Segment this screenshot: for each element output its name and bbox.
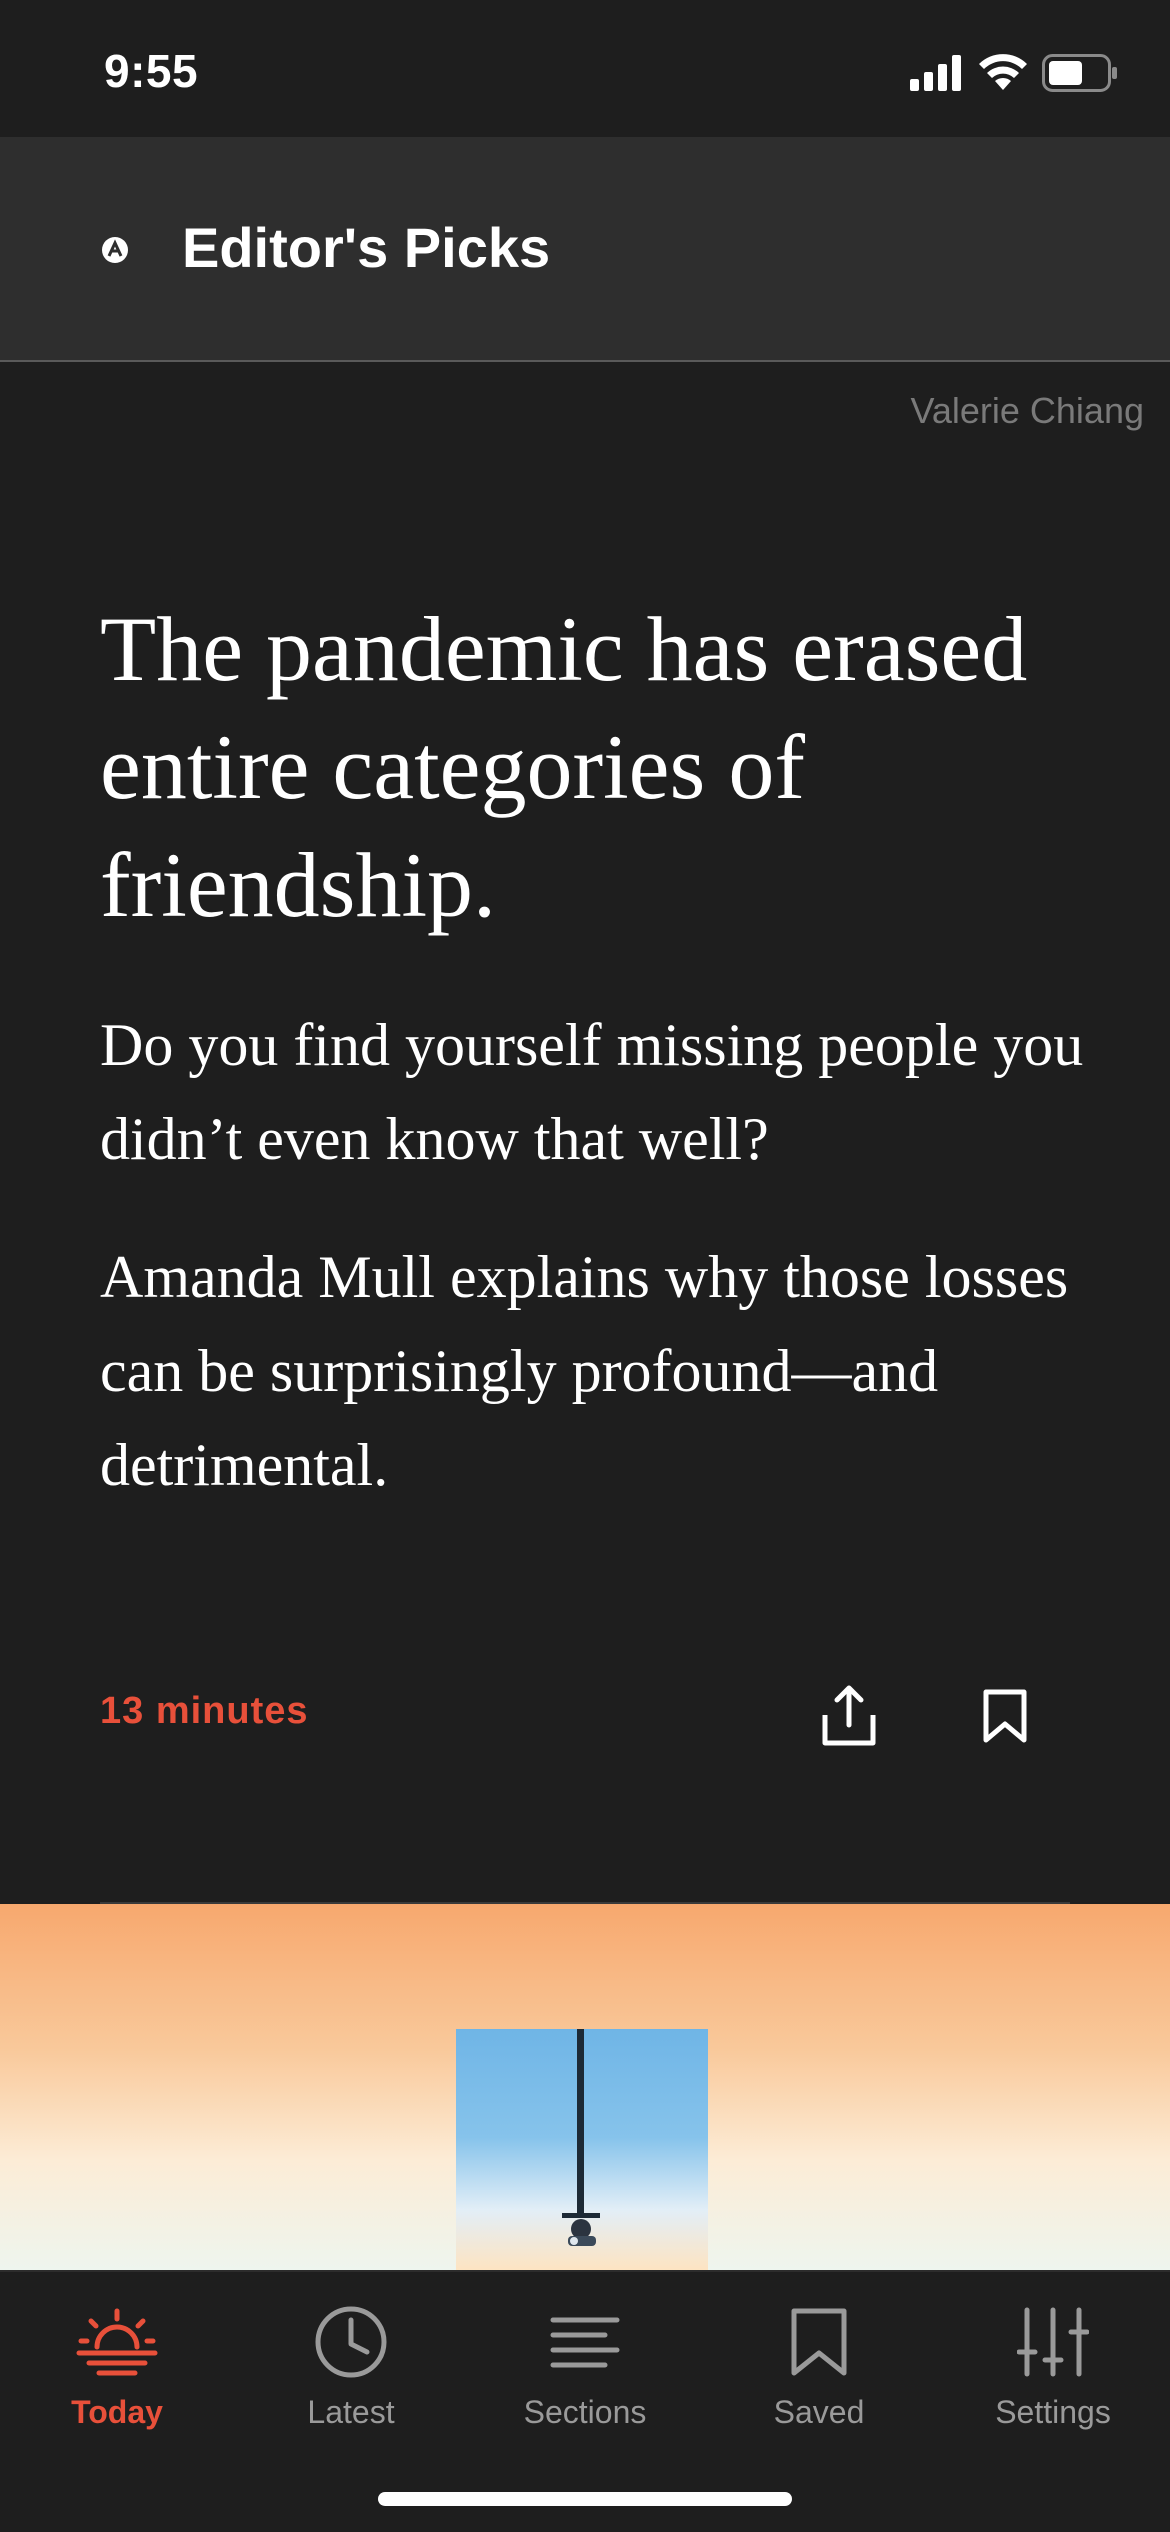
bookmark-icon (982, 1688, 1028, 1749)
battery-icon (1042, 54, 1118, 97)
sunrise-icon (72, 2302, 162, 2382)
tab-saved[interactable]: Saved (702, 2302, 936, 2442)
page-title: Editor's Picks (182, 216, 551, 279)
wifi-icon (978, 54, 1028, 97)
tab-latest[interactable]: Latest (234, 2302, 468, 2442)
lines-icon (540, 2302, 630, 2382)
tab-label: Today (71, 2394, 163, 2430)
share-icon (821, 1685, 877, 1752)
clock-icon (306, 2302, 396, 2382)
article-thumbnail (456, 2029, 708, 2270)
tab-settings[interactable]: Settings (936, 2302, 1170, 2442)
next-article-image[interactable] (0, 1904, 1170, 2270)
tab-sections[interactable]: Sections (468, 2302, 702, 2442)
photo-credit: Valerie Chiang (910, 390, 1144, 431)
share-button[interactable] (814, 1683, 884, 1753)
status-icons (910, 54, 1118, 97)
sliders-icon (1008, 2302, 1098, 2382)
tab-today[interactable]: Today (0, 2302, 234, 2442)
status-time: 9:55 (104, 45, 199, 97)
tab-label: Settings (995, 2394, 1111, 2430)
status-bar: 9:55 (0, 0, 1170, 137)
bookmark-button[interactable] (970, 1683, 1040, 1753)
article-dek: Do you find yourself missing people you … (100, 1012, 1084, 1172)
cellular-signal-icon (910, 55, 964, 96)
tab-label: Sections (523, 2394, 647, 2430)
home-indicator[interactable] (378, 2492, 792, 2506)
tab-label: Latest (307, 2394, 395, 2430)
article-dek-secondary: Amanda Mull explains why those losses ca… (100, 1244, 1069, 1498)
read-time: 13 minutes (100, 1690, 309, 1732)
atlantic-logo-icon (100, 235, 130, 265)
section-header: Editor's Picks (0, 137, 1170, 362)
bookmark-icon (774, 2302, 864, 2382)
tab-label: Saved (773, 2394, 865, 2430)
article-headline[interactable]: The pandemic has erased entire categorie… (100, 590, 1100, 944)
